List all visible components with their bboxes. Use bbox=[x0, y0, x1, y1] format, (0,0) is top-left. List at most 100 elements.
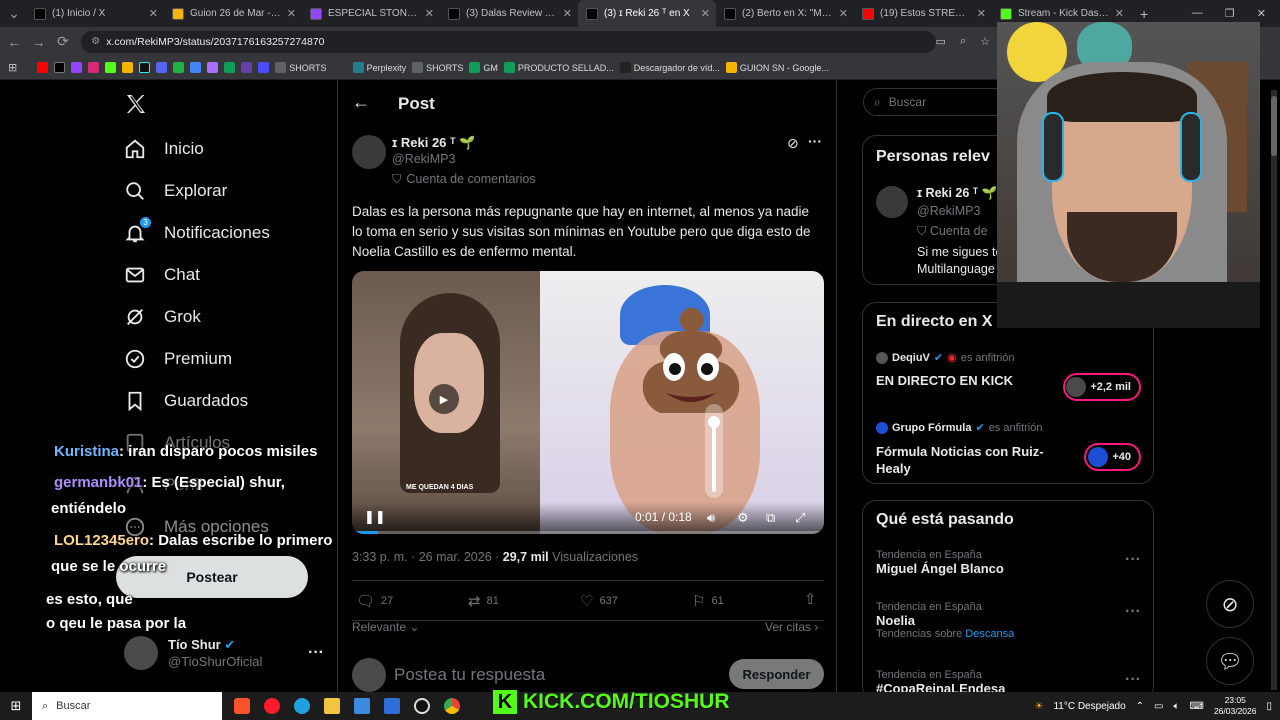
like-action[interactable]: ♡ 637 bbox=[580, 592, 618, 610]
chrome-icon[interactable] bbox=[444, 698, 460, 714]
person-avatar[interactable] bbox=[876, 186, 908, 218]
back-icon[interactable]: ← bbox=[4, 31, 24, 53]
pause-icon[interactable]: ❚❚ bbox=[364, 509, 386, 525]
forward-icon[interactable]: → bbox=[28, 31, 48, 53]
author-avatar[interactable] bbox=[352, 135, 386, 169]
indigo-bookmark-icon[interactable] bbox=[258, 62, 270, 73]
nav-item-chat[interactable]: Chat bbox=[124, 264, 200, 286]
taskbar-search[interactable]: ⌕ Buscar bbox=[32, 692, 222, 720]
repost-action[interactable]: ⇄ 81 bbox=[468, 592, 499, 610]
browser-tab[interactable]: (2) Berto en X: "Mejor no ✕ bbox=[716, 0, 854, 27]
sheets-bookmark-icon[interactable] bbox=[224, 62, 236, 73]
live-title[interactable]: EN DIRECTO EN KICK bbox=[876, 373, 1013, 388]
more-dots-icon[interactable]: ··· bbox=[808, 133, 822, 149]
bookmark-perplexity[interactable]: Perplexity bbox=[352, 62, 406, 73]
more-dots-icon[interactable]: ··· bbox=[1125, 671, 1141, 689]
weather-text[interactable]: 11°C Despejado bbox=[1053, 701, 1125, 712]
share-icon[interactable]: ⇧ bbox=[804, 590, 817, 608]
tab-close-icon[interactable]: ✕ bbox=[149, 7, 158, 20]
nav-item-inicio[interactable]: Inicio bbox=[124, 138, 204, 160]
author-name[interactable]: ɪ Reki 26 ᵀ 🌱 bbox=[392, 135, 475, 151]
opera-icon[interactable] bbox=[264, 698, 280, 714]
instagram-bookmark-icon[interactable] bbox=[88, 62, 100, 73]
author-handle[interactable]: @RekiMP3 bbox=[392, 152, 455, 166]
nav-item-explorar[interactable]: Explorar bbox=[124, 180, 227, 202]
twitch2-bookmark-icon[interactable] bbox=[241, 62, 253, 73]
nav-item-premium[interactable]: Premium bbox=[124, 348, 232, 370]
brave-icon[interactable] bbox=[234, 698, 250, 714]
bookmark-producto[interactable]: PRODUCTO SELLAD... bbox=[503, 62, 614, 73]
nav-item-guardados[interactable]: Guardados bbox=[124, 390, 248, 412]
speaker-icon[interactable]: 🔈︎ bbox=[1174, 701, 1180, 712]
more-dots-icon[interactable]: ··· bbox=[308, 644, 324, 662]
browser-tab[interactable]: (19) Estos STREAMERS Ar ✕ bbox=[854, 0, 992, 27]
windows-start-icon[interactable]: ⊞ bbox=[0, 698, 32, 714]
minimize-window-button[interactable]: — bbox=[1192, 7, 1203, 20]
apps-icon[interactable]: ⊞ bbox=[8, 61, 17, 74]
browser-tab[interactable]: (3) ɪ Reki 26 ᵀ en X ✕ bbox=[578, 0, 716, 27]
bookmark-gm[interactable]: GM bbox=[469, 62, 498, 73]
multicolor-bookmark-icon[interactable] bbox=[190, 62, 202, 73]
popout-icon[interactable]: ⧉ bbox=[766, 510, 775, 526]
reload-icon[interactable]: ⟳ bbox=[53, 31, 73, 53]
yellow-bookmark-icon[interactable] bbox=[122, 62, 134, 73]
messages-fab-icon[interactable]: 💬︎ bbox=[1206, 637, 1254, 685]
bookmark-shorts-1[interactable]: SHORTS bbox=[275, 62, 327, 73]
bookmark-action[interactable]: ⚐ 61 bbox=[692, 592, 724, 610]
scrollbar-thumb[interactable] bbox=[1271, 96, 1277, 156]
trend-item[interactable]: Tendencia en España Miguel Ángel Blanco bbox=[876, 549, 1004, 576]
bookmark-guion[interactable]: GUION SN - Google... bbox=[725, 62, 829, 73]
volume-icon[interactable]: 🔊︎ bbox=[707, 510, 715, 526]
tab-close-icon[interactable]: ✕ bbox=[839, 7, 848, 20]
purple-bookmark-icon[interactable] bbox=[207, 62, 219, 73]
account-switcher[interactable]: Tío Shur ✔ @TioShurOficial ··· bbox=[124, 636, 324, 670]
live-host[interactable]: Grupo Fórmula ✔ es anfitrión bbox=[876, 421, 1042, 434]
grok-explain-icon[interactable]: ⊘ bbox=[787, 135, 799, 152]
person-name[interactable]: ɪ Reki 26 ᵀ 🌱 bbox=[917, 186, 997, 201]
trend-extra-link[interactable]: Descansa bbox=[965, 628, 1014, 640]
nav-item-notificaciones[interactable]: 3 Notificaciones bbox=[124, 216, 270, 244]
mail-app-icon[interactable] bbox=[384, 698, 400, 714]
tiktok-bookmark-icon[interactable] bbox=[139, 62, 151, 73]
live-title[interactable]: Fórmula Noticias con Ruiz-Healy bbox=[876, 443, 1056, 477]
live-join-button[interactable]: +40 bbox=[1084, 443, 1141, 471]
cast-icon[interactable]: ▭ bbox=[936, 35, 946, 48]
url-field[interactable]: ⚙ x.com/RekiMP3/status/20371761632572748… bbox=[81, 30, 936, 53]
kick-bookmark-icon[interactable] bbox=[105, 62, 117, 73]
zoom-icon[interactable]: ⌕ bbox=[960, 35, 966, 48]
youtube-bookmark-icon[interactable] bbox=[37, 62, 49, 73]
browser-tab[interactable]: (1) Inicio / X ✕ bbox=[26, 0, 164, 27]
browser-tab[interactable]: (3) Dalas Review 📹 💥 ✕ bbox=[440, 0, 578, 27]
volume-slider-knob[interactable] bbox=[708, 416, 720, 429]
chevron-up-icon[interactable]: ⌃ bbox=[1136, 701, 1144, 712]
video-player[interactable]: ME QUEDAN 4 DIAS ▶ ❚❚ 0:01 / 0:18 🔊︎ ⚙ ⧉… bbox=[352, 271, 824, 534]
file-explorer-icon[interactable] bbox=[324, 698, 340, 714]
live-host[interactable]: DeqiuV ✔ ◉ es anfitrión bbox=[876, 351, 1015, 364]
view-quotes-link[interactable]: Ver citas › bbox=[765, 620, 818, 634]
edge-icon[interactable] bbox=[294, 698, 310, 714]
settings-gear-icon[interactable]: ⚙ bbox=[737, 510, 749, 526]
live-join-button[interactable]: +2,2 mil bbox=[1063, 373, 1141, 401]
fullscreen-icon[interactable]: ⤢ bbox=[795, 510, 805, 526]
reply-action[interactable]: 🗨︎ 27 bbox=[356, 592, 393, 610]
tab-close-icon[interactable]: ✕ bbox=[563, 7, 572, 20]
nav-item-grok[interactable]: Grok bbox=[124, 306, 201, 328]
tab-list-button[interactable]: ⌄ bbox=[2, 3, 26, 25]
browser-tab[interactable]: Guion 26 de Mar - Presen ✕ bbox=[164, 0, 302, 27]
notifications-icon[interactable]: ▯ bbox=[1266, 701, 1272, 712]
grok-fab-icon[interactable]: ⊘ bbox=[1206, 580, 1254, 628]
reply-button[interactable]: Responder bbox=[729, 659, 824, 689]
bookmark-shorts-2[interactable]: SHORTS bbox=[412, 62, 463, 73]
back-arrow-icon[interactable]: ← bbox=[352, 92, 370, 113]
tab-close-icon[interactable]: ✕ bbox=[287, 7, 296, 20]
clock[interactable]: 23:05 26/03/2026 bbox=[1214, 695, 1257, 717]
video-progress-bar[interactable] bbox=[352, 531, 824, 534]
reply-input[interactable]: Postea tu respuesta bbox=[394, 665, 545, 685]
scrollbar[interactable] bbox=[1271, 90, 1277, 690]
new-tab-button[interactable]: + bbox=[1140, 6, 1148, 22]
bookmark-star-icon[interactable]: ☆ bbox=[980, 35, 990, 48]
x-logo-icon[interactable] bbox=[124, 92, 148, 121]
browser-tab[interactable]: ESPECIAL STONES ✕ bbox=[302, 0, 440, 27]
play-icon[interactable]: ▶ bbox=[429, 384, 459, 414]
tab-close-icon[interactable]: ✕ bbox=[977, 7, 986, 20]
